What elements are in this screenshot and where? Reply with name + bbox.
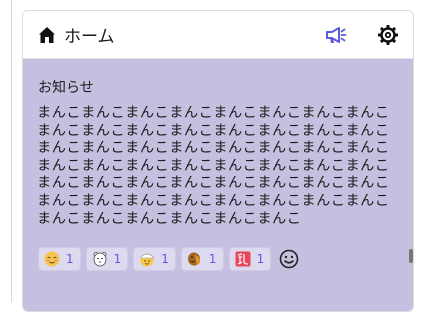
note-title: お知らせ <box>38 80 94 96</box>
reaction-count: 1 <box>208 252 217 266</box>
hands-emoji-icon <box>187 251 203 267</box>
announcement-button[interactable] <box>323 22 349 48</box>
reaction-relieved[interactable]: 1 <box>38 247 81 271</box>
add-reaction-button[interactable] <box>278 248 300 270</box>
scrollbar-thumb[interactable] <box>409 249 413 263</box>
reaction-count: 1 <box>113 252 122 266</box>
settings-button[interactable] <box>375 22 401 48</box>
gear-icon <box>378 24 398 45</box>
reaction-hands[interactable]: 1 <box>180 247 224 271</box>
left-column <box>0 0 12 302</box>
face-with-cap-icon <box>139 251 156 267</box>
reaction-cap-face[interactable]: 1 <box>133 247 176 271</box>
bear-sticker-icon <box>92 251 108 267</box>
relieved-face-icon <box>44 251 60 267</box>
reaction-count: 1 <box>256 252 265 266</box>
reactions-bar: 1 1 1 1 1 <box>38 247 300 271</box>
home-icon <box>37 25 57 45</box>
home-panel: ホーム お知らせ まんこまんこまんこまんこまんこまんこまんこまんこまんこまんこま… <box>22 10 414 312</box>
reaction-count: 1 <box>161 252 169 266</box>
panel-header: ホーム <box>23 11 413 59</box>
announcement-note: お知らせ まんこまんこまんこまんこまんこまんこまんこまんこまんこまんこまんこまん… <box>23 59 413 311</box>
megaphone-icon <box>326 26 347 43</box>
reaction-bear[interactable]: 1 <box>85 247 129 271</box>
page-title: ホーム <box>64 27 115 47</box>
reaction-count: 1 <box>66 252 74 266</box>
reaction-milk[interactable]: 1 <box>228 247 272 271</box>
milk-kanji-icon <box>235 251 251 267</box>
smile-plus-icon <box>279 249 299 269</box>
note-body: まんこまんこまんこまんこまんこまんこまんこまんこまんこまんこまんこまんこまんこま… <box>37 105 390 227</box>
